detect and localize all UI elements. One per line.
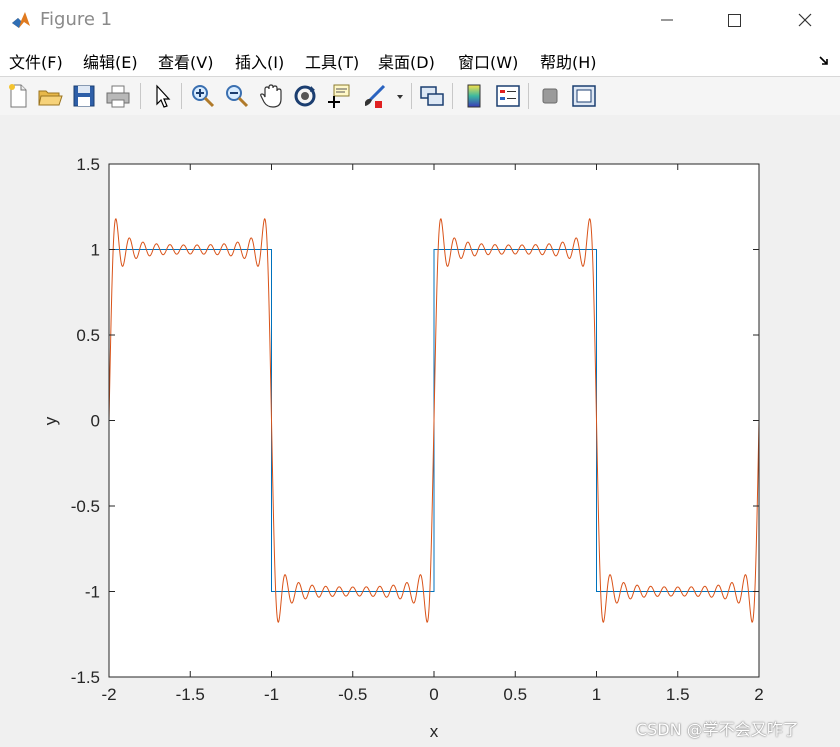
menu-file[interactable]: 文件(F) (9, 49, 63, 73)
close-icon (798, 13, 812, 27)
menu-tools[interactable]: 工具(T) (305, 49, 359, 73)
maximize-button[interactable] (711, 0, 757, 40)
y-axis-label: y (41, 416, 60, 425)
toolbar-separator (181, 83, 182, 109)
toolbar-separator (528, 83, 529, 109)
zoom-out-icon[interactable] (223, 82, 251, 110)
y-tick-label: 0 (91, 412, 100, 431)
menu-bar: 文件(F) 编辑(E) 查看(V) 插入(I) 工具(T) 桌面(D) 窗口(W… (0, 40, 840, 76)
brush-icon[interactable] (360, 82, 388, 110)
y-tick-label: 1.5 (76, 155, 100, 174)
maximize-icon (728, 14, 741, 27)
new-figure-icon[interactable] (4, 82, 32, 110)
x-tick-label: -0.5 (338, 685, 367, 704)
x-tick-label: 1.5 (666, 685, 690, 704)
toolbar-separator (452, 83, 453, 109)
menu-view[interactable]: 查看(V) (158, 49, 213, 73)
y-tick-label: -0.5 (71, 497, 100, 516)
menu-insert[interactable]: 插入(I) (235, 49, 284, 73)
x-tick-label: 0.5 (503, 685, 527, 704)
y-tick-label: 0.5 (76, 326, 100, 345)
title-bar: Figure 1 (0, 0, 840, 40)
select-arrow-icon[interactable] (148, 82, 176, 110)
menu-edit[interactable]: 编辑(E) (83, 49, 138, 73)
hide-plot-tools-icon[interactable] (536, 82, 564, 110)
x-tick-label: -1 (264, 685, 279, 704)
x-tick-label: 1 (592, 685, 601, 704)
y-tick-label: -1.5 (71, 668, 100, 687)
y-tick-label: -1 (85, 583, 100, 602)
x-tick-label: -1.5 (176, 685, 205, 704)
legend-icon[interactable] (494, 82, 522, 110)
y-tick-label: 1 (91, 241, 100, 260)
x-tick-label: 2 (754, 685, 763, 704)
window-title: Figure 1 (40, 9, 113, 30)
print-icon[interactable] (104, 82, 132, 110)
toolbar-separator (140, 83, 141, 109)
minimize-icon (661, 19, 673, 21)
dock-arrow-icon[interactable] (818, 52, 830, 71)
menu-help[interactable]: 帮助(H) (540, 49, 597, 73)
toolbar-separator (411, 83, 412, 109)
save-icon[interactable] (70, 82, 98, 110)
data-cursor-icon[interactable] (325, 82, 353, 110)
figure-canvas: -2 -1.5 -1 -0.5 0 0.5 1 1.5 2 -1.5 -1 -0.5 0 0.5 1 1.5 … (0, 115, 840, 747)
rotate-3d-icon[interactable] (291, 82, 319, 110)
plot-svg: -2 -1.5 -1 -0.5 0 0.5 1 1.5 2-1.5-1-0.500.511.5 … (41, 155, 764, 741)
watermark-text: CSDN @学不会又咋了 (636, 720, 799, 739)
menu-window[interactable]: 窗口(W) (458, 49, 518, 73)
open-file-icon[interactable] (36, 82, 64, 110)
link-plot-icon[interactable] (418, 82, 446, 110)
dropdown-arrow-icon[interactable] (394, 82, 406, 110)
figure-toolbar (0, 76, 840, 116)
matlab-logo-icon (10, 9, 32, 35)
menu-desktop[interactable]: 桌面(D) (378, 49, 435, 73)
minimize-button[interactable] (644, 0, 690, 40)
x-tick-label: 0 (429, 685, 438, 704)
colorbar-icon[interactable] (460, 82, 488, 110)
close-button[interactable] (782, 0, 828, 40)
pan-hand-icon[interactable] (257, 82, 285, 110)
show-plot-tools-icon[interactable] (570, 82, 598, 110)
x-axis-label: x (430, 722, 439, 741)
x-tick-label: -2 (101, 685, 116, 704)
zoom-in-icon[interactable] (189, 82, 217, 110)
